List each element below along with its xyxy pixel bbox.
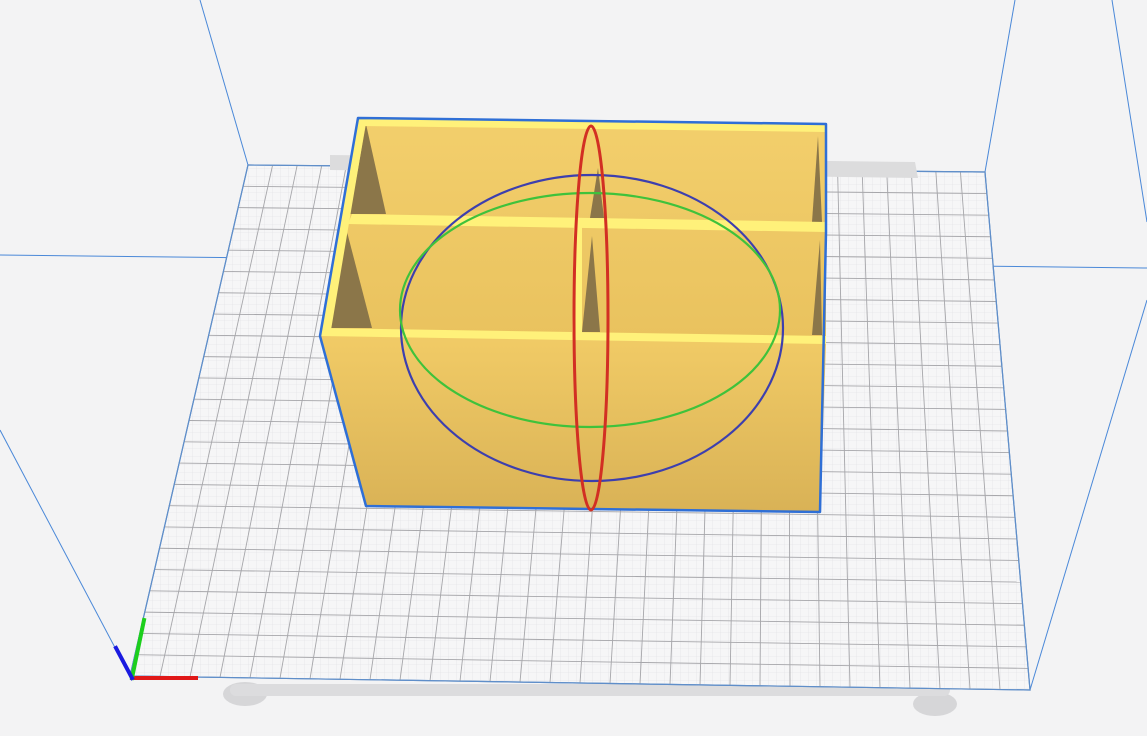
3d-viewport[interactable] xyxy=(0,0,1147,736)
scene-canvas[interactable] xyxy=(0,0,1147,736)
axis-z-icon xyxy=(113,645,135,681)
